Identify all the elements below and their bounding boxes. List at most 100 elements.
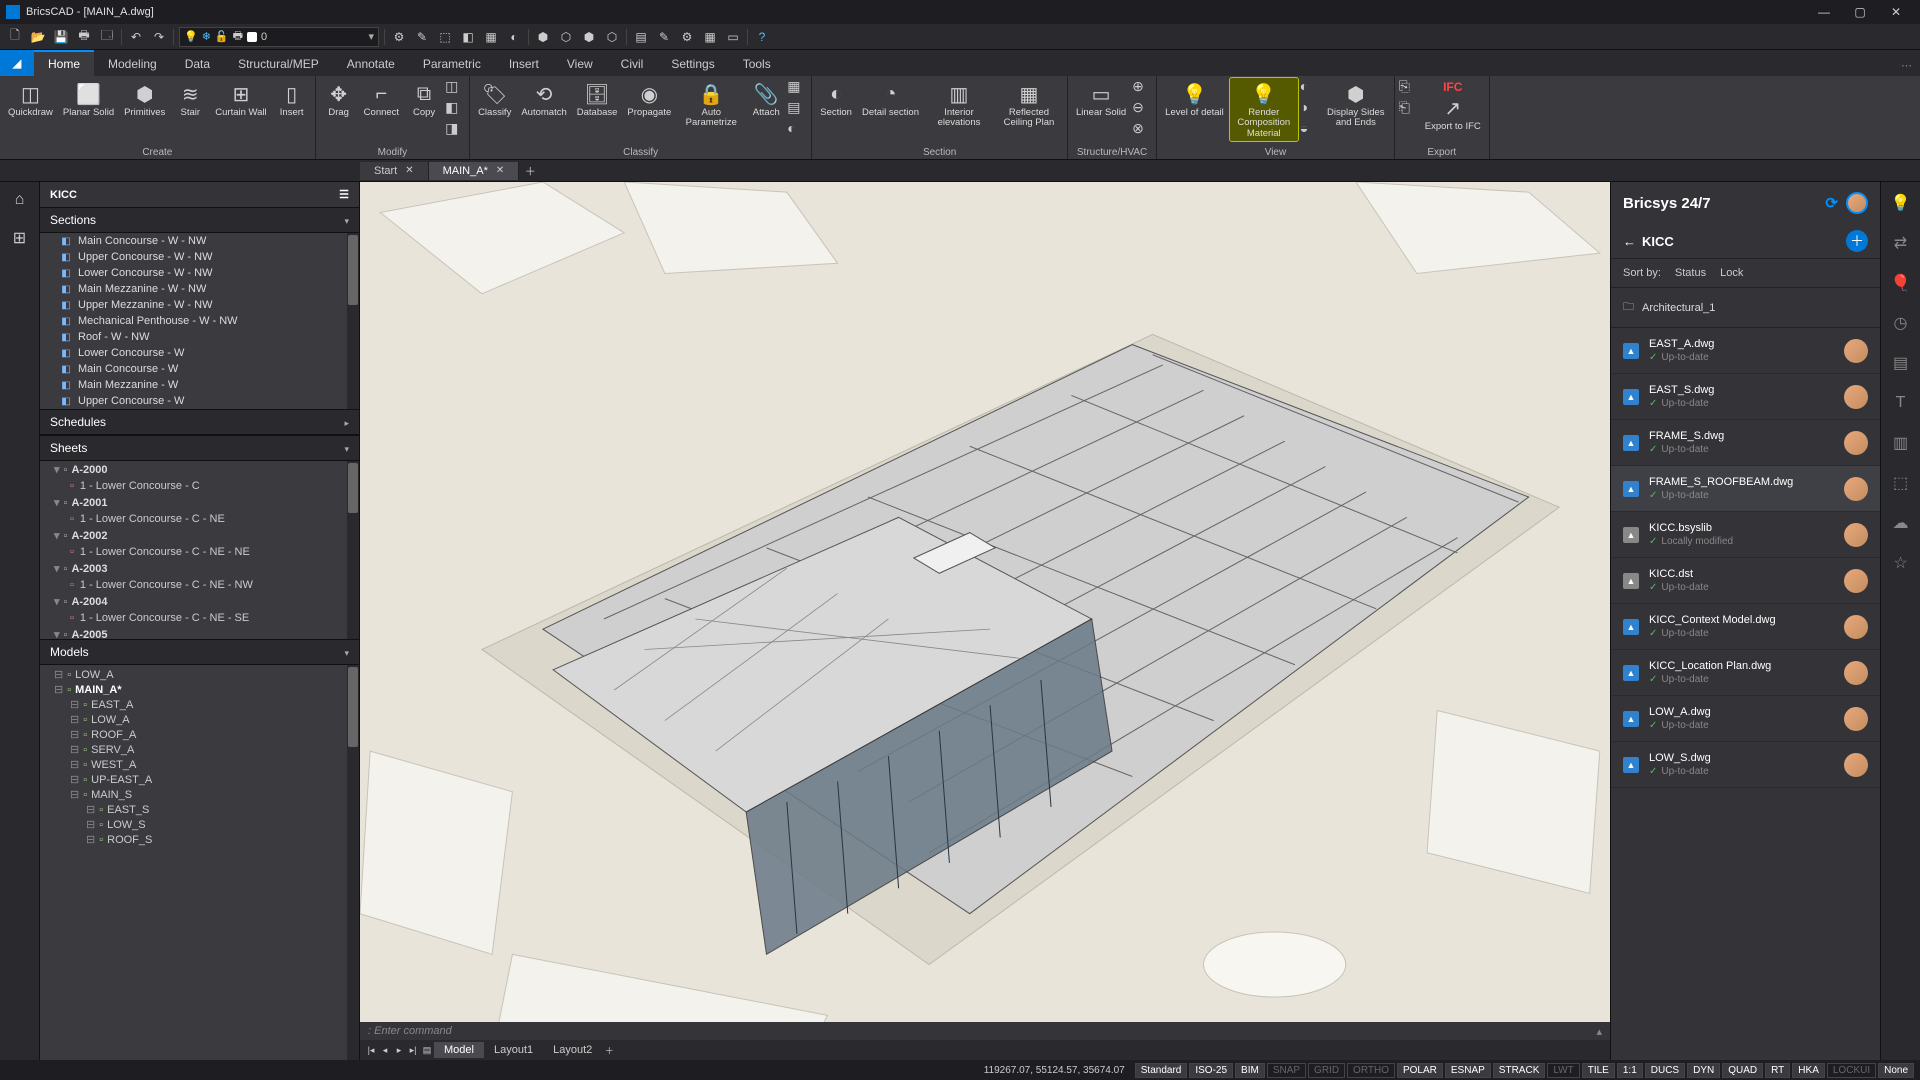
viewport[interactable]: : Enter command▴ |◂ ◂ ▸ ▸| ▤ Model Layou…	[360, 182, 1610, 1060]
tab-insert[interactable]: Insert	[495, 52, 553, 76]
clock-icon[interactable]: ◷	[1890, 312, 1912, 334]
tab-tools[interactable]: Tools	[729, 52, 785, 76]
schedules-header[interactable]: Schedules	[40, 409, 359, 435]
section-item[interactable]: ◧Upper Mezzanine - W - NW	[40, 297, 359, 313]
status-toggle[interactable]: RT	[1765, 1063, 1790, 1078]
settings-icon[interactable]: ⚙	[678, 28, 696, 46]
structure-icon[interactable]: ⊞	[8, 226, 32, 250]
export-ifc-button[interactable]: IFC↗Export to IFC	[1421, 78, 1485, 134]
attach-button[interactable]: 📎Attach	[747, 78, 785, 120]
tool-icon[interactable]: ✎	[655, 28, 673, 46]
classify-extra[interactable]: ▦▤◐	[787, 78, 807, 140]
tool-icon[interactable]: ▦	[482, 28, 500, 46]
modify-extra[interactable]: ◫◧◨	[445, 78, 465, 140]
sheet-item[interactable]: ▫1 - Lower Concourse - C	[40, 478, 359, 494]
home-icon[interactable]: ⌂	[8, 188, 32, 212]
help-icon[interactable]: ?	[753, 28, 771, 46]
sheet-item[interactable]: ▫1 - Lower Concourse - C - NE	[40, 511, 359, 527]
back-icon[interactable]: ←	[1623, 234, 1636, 249]
file-row[interactable]: ▲KICC.dst✓Up-to-date	[1611, 558, 1880, 604]
auto-parametrize-button[interactable]: 🔒Auto Parametrize	[677, 78, 745, 131]
primitives-button[interactable]: ⬢Primitives	[120, 78, 169, 120]
tab-annotate[interactable]: Annotate	[333, 52, 409, 76]
sheet-group[interactable]: ▾▫A-2003	[40, 560, 359, 577]
sheet-group[interactable]: ▾▫A-2004	[40, 593, 359, 610]
sort-lock[interactable]: Lock	[1720, 267, 1743, 279]
sheet-group[interactable]: ▾▫A-2005	[40, 626, 359, 639]
close-button[interactable]: ✕	[1878, 5, 1914, 19]
status-toggle[interactable]: TILE	[1582, 1063, 1615, 1078]
first-icon[interactable]: |◂	[364, 1045, 378, 1056]
scrollbar[interactable]	[347, 461, 359, 639]
sheet-item[interactable]: ▫1 - Lower Concourse - C - NE - NW	[40, 577, 359, 593]
section-item[interactable]: ◧Main Concourse - W - NW	[40, 233, 359, 249]
model-item[interactable]: ⊟▫EAST_A	[40, 697, 359, 712]
list-icon[interactable]: ▤	[420, 1045, 434, 1056]
text-icon[interactable]: T	[1890, 392, 1912, 414]
tab-structural-mep[interactable]: Structural/MEP	[224, 52, 333, 76]
connect-button[interactable]: ⌐Connect	[360, 78, 403, 120]
avatar[interactable]	[1846, 192, 1868, 214]
model-item[interactable]: ⊟▫LOW_A	[40, 712, 359, 727]
file-row[interactable]: ▲KICC_Location Plan.dwg✓Up-to-date	[1611, 650, 1880, 696]
folder-row[interactable]: 🗀 Architectural_1	[1611, 288, 1880, 328]
add-button[interactable]: ＋	[1846, 230, 1868, 252]
tab-home[interactable]: Home	[34, 50, 94, 76]
model-item[interactable]: ⊟▫SERV_A	[40, 742, 359, 757]
undo-icon[interactable]: ↶	[127, 28, 145, 46]
save-icon[interactable]: 💾	[52, 28, 70, 46]
minimize-button[interactable]: —	[1806, 5, 1842, 19]
ribbon-more-icon[interactable]: ⋯	[1893, 55, 1920, 76]
file-row[interactable]: ▲KICC.bsyslib✓Locally modified	[1611, 512, 1880, 558]
star-icon[interactable]: ☆	[1890, 552, 1912, 574]
redo-icon[interactable]: ↷	[150, 28, 168, 46]
section-item[interactable]: ◧Lower Concourse - W - NW	[40, 265, 359, 281]
section-item[interactable]: ◧Main Concourse - W	[40, 361, 359, 377]
preview-icon[interactable]: 🗔	[98, 28, 116, 46]
interior-elev-button[interactable]: ▥Interior elevations	[925, 78, 993, 131]
models-header[interactable]: Models	[40, 639, 359, 665]
status-toggle[interactable]: DUCS	[1645, 1063, 1685, 1078]
detail-section-button[interactable]: ◔Detail section	[858, 78, 923, 120]
layout1-tab[interactable]: Layout1	[484, 1042, 543, 1058]
model-item[interactable]: ⊟▫MAIN_S	[40, 787, 359, 802]
tab-parametric[interactable]: Parametric	[409, 52, 495, 76]
model-item[interactable]: ⊟▫MAIN_A*	[40, 682, 359, 697]
curtain-wall-button[interactable]: ⊞Curtain Wall	[211, 78, 270, 120]
status-toggle[interactable]: STRACK	[1493, 1063, 1546, 1078]
propagate-button[interactable]: ◉Propagate	[623, 78, 675, 120]
linear-solid-button[interactable]: ▭Linear Solid	[1072, 78, 1130, 120]
section-button[interactable]: ◐Section	[816, 78, 856, 120]
file-row[interactable]: ▲EAST_S.dwg✓Up-to-date	[1611, 374, 1880, 420]
status-toggle[interactable]: LOCKUI	[1827, 1063, 1876, 1078]
file-row[interactable]: ▲FRAME_S.dwg✓Up-to-date	[1611, 420, 1880, 466]
status-toggle[interactable]: QUAD	[1722, 1063, 1763, 1078]
tab-civil[interactable]: Civil	[607, 52, 658, 76]
maximize-button[interactable]: ▢	[1842, 5, 1878, 19]
tool-icon[interactable]: ⬢	[534, 28, 552, 46]
tool-icon[interactable]: ▤	[632, 28, 650, 46]
prev-icon[interactable]: ◂	[378, 1045, 392, 1056]
doc-tab-main[interactable]: MAIN_A*✕	[429, 162, 520, 180]
status-toggle[interactable]: GRID	[1308, 1063, 1345, 1078]
stack-icon[interactable]: ▥	[1890, 432, 1912, 454]
model-item[interactable]: ⊟▫WEST_A	[40, 757, 359, 772]
open-icon[interactable]: 📂	[29, 28, 47, 46]
tab-data[interactable]: Data	[171, 52, 224, 76]
model-tab[interactable]: Model	[434, 1042, 484, 1058]
model-item[interactable]: ⊟▫LOW_A	[40, 667, 359, 682]
status-toggle[interactable]: ORTHO	[1347, 1063, 1395, 1078]
tool-icon[interactable]: ⬚	[436, 28, 454, 46]
sheets-header[interactable]: Sheets	[40, 435, 359, 461]
tool-icon[interactable]: ▭	[724, 28, 742, 46]
classify-button[interactable]: 🏷Classify	[474, 78, 515, 120]
status-toggle[interactable]: HKA	[1792, 1063, 1825, 1078]
add-layout-icon[interactable]: ＋	[602, 1044, 616, 1057]
layers-icon[interactable]: ▤	[1890, 352, 1912, 374]
insert-button[interactable]: ▯Insert	[273, 78, 311, 120]
sheet-group[interactable]: ▾▫A-2002	[40, 527, 359, 544]
status-toggle[interactable]: None	[1878, 1063, 1914, 1078]
section-item[interactable]: ◧Upper Concourse - W - NW	[40, 249, 359, 265]
tool-icon[interactable]: ✎	[413, 28, 431, 46]
copy-button[interactable]: ⧉Copy	[405, 78, 443, 120]
